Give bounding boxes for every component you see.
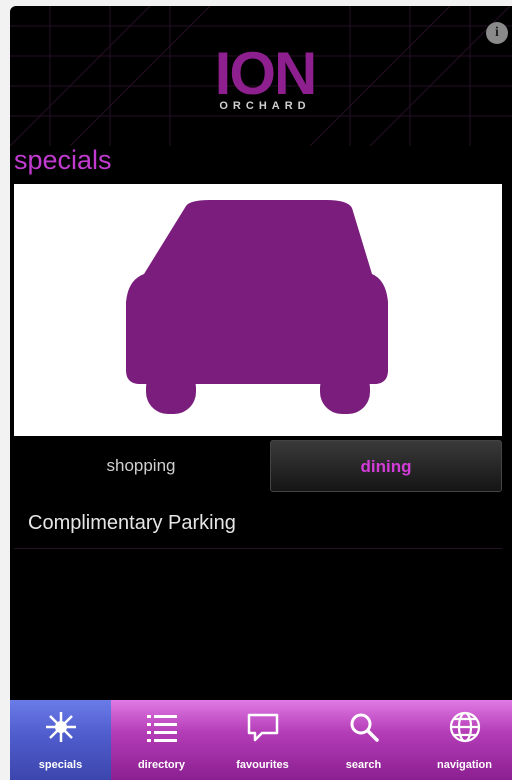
info-icon: i bbox=[495, 25, 499, 40]
list-icon bbox=[147, 715, 177, 742]
specials-banner[interactable] bbox=[14, 184, 502, 436]
bottom-tab-bar: specials directory favourites search nav… bbox=[10, 700, 512, 780]
page-title: specials bbox=[14, 145, 112, 175]
tab-navigation[interactable]: navigation bbox=[414, 700, 512, 780]
segment-control: shopping dining bbox=[14, 440, 502, 492]
logo-main-text: ION bbox=[214, 40, 318, 107]
ion-orchard-logo: ION ORCHARD bbox=[200, 42, 330, 122]
tab-directory[interactable]: directory bbox=[111, 700, 212, 780]
search-icon bbox=[350, 713, 379, 742]
specials-list: Complimentary Parking bbox=[14, 498, 502, 549]
star-icon bbox=[46, 712, 76, 742]
segment-shopping[interactable]: shopping bbox=[14, 440, 268, 492]
list-item[interactable]: Complimentary Parking bbox=[14, 498, 502, 549]
tab-label: specials bbox=[38, 759, 83, 771]
tab-specials[interactable]: specials bbox=[10, 700, 111, 780]
tab-favourites[interactable]: favourites bbox=[212, 700, 313, 780]
tab-label: navigation bbox=[436, 759, 492, 771]
segment-dining[interactable]: dining bbox=[270, 440, 502, 492]
globe-icon bbox=[449, 711, 481, 743]
logo-sub-text: ORCHARD bbox=[219, 100, 311, 112]
chat-bubble-icon bbox=[247, 713, 279, 742]
tab-label: directory bbox=[137, 759, 186, 771]
tab-search[interactable]: search bbox=[313, 700, 414, 780]
tab-label: search bbox=[345, 759, 382, 771]
info-button[interactable]: i bbox=[486, 22, 508, 44]
car-icon bbox=[126, 200, 388, 414]
tab-label: favourites bbox=[236, 759, 289, 771]
